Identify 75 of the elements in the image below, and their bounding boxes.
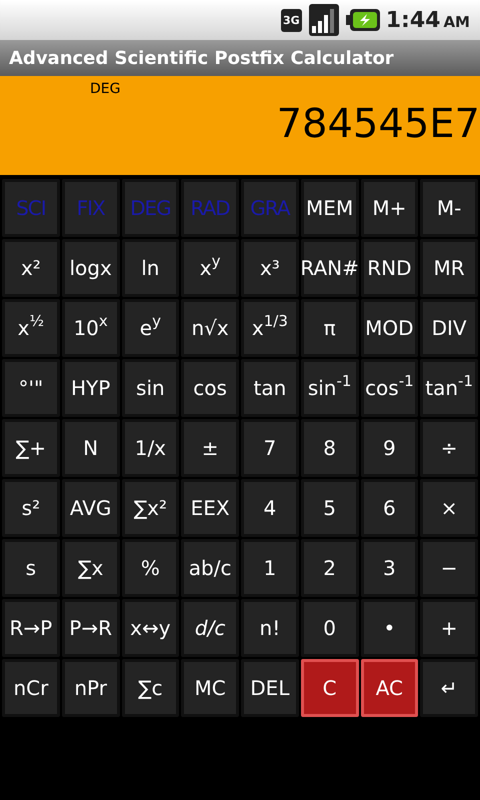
calculator-key[interactable]: 2 — [300, 539, 358, 597]
calculator-key[interactable]: 5 — [300, 479, 358, 537]
signal-icon — [308, 4, 340, 36]
calculator-key[interactable]: sin — [122, 359, 180, 417]
calculator-key[interactable]: 4 — [241, 479, 299, 537]
app-title: Advanced Scientific Postfix Calculator — [9, 46, 394, 70]
calculator-key[interactable]: tan$^{-1}$ — [420, 359, 478, 417]
calculator-key[interactable]: x↔y — [122, 599, 180, 657]
network-indicator: 3G — [281, 8, 302, 32]
calculator-key[interactable]: ab/c — [181, 539, 239, 597]
clock-time: 1:44 — [386, 6, 440, 34]
calculator-key[interactable]: e$^{y}$ — [122, 299, 180, 357]
calculator-key[interactable]: DEL — [241, 659, 299, 717]
calculator-key[interactable]: AVG — [62, 479, 120, 537]
calculator-key[interactable]: nCr — [2, 659, 60, 717]
calculator-key[interactable]: d/c — [181, 599, 239, 657]
calculator-key[interactable]: HYP — [62, 359, 120, 417]
calculator-key[interactable]: P→R — [62, 599, 120, 657]
calculator-key[interactable]: cos$^{-1}$ — [360, 359, 418, 417]
clock-ampm: AM — [443, 12, 470, 32]
calculator-key[interactable]: DIV — [420, 299, 478, 357]
calculator-key[interactable]: RAN# — [300, 239, 358, 297]
calculator-key[interactable]: 10$^{x}$ — [62, 299, 120, 357]
calculator-key[interactable]: EEX — [181, 479, 239, 537]
calculator-key[interactable]: 9 — [360, 419, 418, 477]
calculator-key[interactable]: n! — [241, 599, 299, 657]
calculator-key[interactable]: ∑x² — [122, 479, 180, 537]
calculator-key[interactable]: x$^{y}$ — [181, 239, 239, 297]
calculator-key[interactable]: ∑+ — [2, 419, 60, 477]
calculator-key[interactable]: logx — [62, 239, 120, 297]
calculator-key[interactable]: ∑c — [122, 659, 180, 717]
calculator-key[interactable]: 7 — [241, 419, 299, 477]
calculator-key[interactable]: 1 — [241, 539, 299, 597]
calculator-key[interactable]: 3 — [360, 539, 418, 597]
calculator-key[interactable]: MOD — [360, 299, 418, 357]
calculator-key[interactable]: + — [420, 599, 478, 657]
calculator-key[interactable]: AC — [360, 659, 418, 717]
calculator-key[interactable]: °'" — [2, 359, 60, 417]
calculator-key[interactable]: C — [300, 659, 358, 717]
calculator-key[interactable]: x$^{½}$ — [2, 299, 60, 357]
calculator-key[interactable]: x² — [2, 239, 60, 297]
calculator-key[interactable]: n√x — [181, 299, 239, 357]
calculator-key[interactable]: ÷ — [420, 419, 478, 477]
angle-mode-label: DEG — [90, 80, 120, 99]
calculator-key[interactable]: π — [300, 299, 358, 357]
calculator-key[interactable]: 6 — [360, 479, 418, 537]
calculator-key[interactable]: 8 — [300, 419, 358, 477]
calculator-key[interactable]: x$^{1/3}$ — [241, 299, 299, 357]
calculator-key[interactable]: ln — [122, 239, 180, 297]
calculator-key[interactable]: ↵ — [420, 659, 478, 717]
calculator-key[interactable]: 1/x — [122, 419, 180, 477]
calculator-key[interactable]: ∑x — [62, 539, 120, 597]
calculator-key[interactable]: ± — [181, 419, 239, 477]
calculator-key[interactable]: M+ — [360, 179, 418, 237]
calculator-key[interactable]: RND — [360, 239, 418, 297]
calculator-key[interactable]: s² — [2, 479, 60, 537]
calculator-key[interactable]: MR — [420, 239, 478, 297]
calculator-key[interactable]: % — [122, 539, 180, 597]
calculator-key[interactable]: MEM — [300, 179, 358, 237]
calculator-key[interactable]: × — [420, 479, 478, 537]
calculator-key[interactable]: M- — [420, 179, 478, 237]
calculator-key[interactable]: • — [360, 599, 418, 657]
calculator-key[interactable]: N — [62, 419, 120, 477]
display-value: 784545E7 — [276, 104, 480, 144]
calculator-key[interactable]: MC — [181, 659, 239, 717]
calculator-key[interactable]: R→P — [2, 599, 60, 657]
battery-charging-icon — [346, 9, 380, 31]
calculator-key[interactable]: sin$^{-1}$ — [300, 359, 358, 417]
calculator-key[interactable]: x³ — [241, 239, 299, 297]
calculator-key[interactable]: cos — [181, 359, 239, 417]
calculator-key[interactable]: − — [420, 539, 478, 597]
calculator-key[interactable]: s — [2, 539, 60, 597]
calculator-key[interactable]: tan — [241, 359, 299, 417]
calculator-key[interactable]: 0 — [300, 599, 358, 657]
calculator-key[interactable]: nPr — [62, 659, 120, 717]
